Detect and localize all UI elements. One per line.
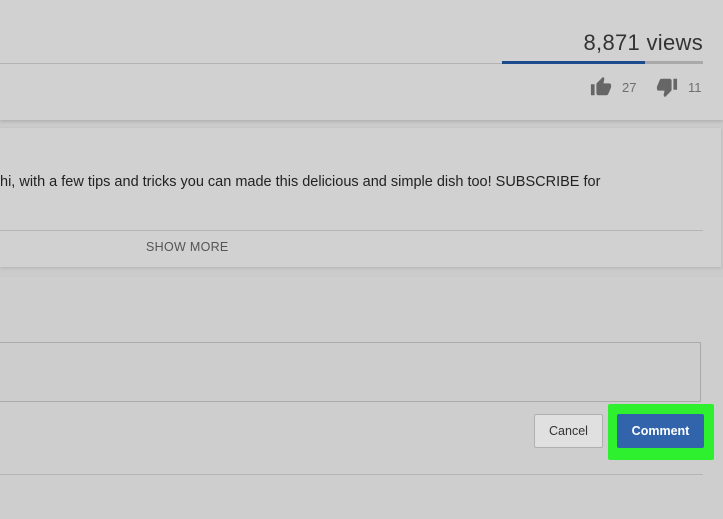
comment-button[interactable]: Comment	[617, 414, 704, 448]
sentiment-bar-fill	[502, 61, 645, 64]
like-count: 27	[622, 79, 637, 95]
comment-input[interactable]	[0, 342, 701, 402]
comment-panel: Cancel Comment	[0, 277, 723, 519]
view-count: 8,871 views	[583, 30, 703, 55]
description-panel: hi, with a few tips and tricks you can m…	[0, 128, 721, 267]
thumbs-down-icon	[656, 76, 678, 98]
divider	[0, 474, 703, 475]
divider	[0, 230, 703, 231]
dislike-button[interactable]: 11	[656, 76, 702, 98]
description-text: hi, with a few tips and tricks you can m…	[0, 174, 601, 190]
sentiment-bar	[502, 61, 703, 64]
cancel-button[interactable]: Cancel	[534, 414, 603, 448]
like-button[interactable]: 27	[590, 76, 636, 98]
dislike-count: 11	[688, 79, 702, 95]
video-info-panel: 8,871 views 27 11	[0, 0, 723, 120]
thumbs-up-icon	[590, 76, 612, 98]
show-more-button[interactable]: SHOW MORE	[146, 240, 229, 254]
